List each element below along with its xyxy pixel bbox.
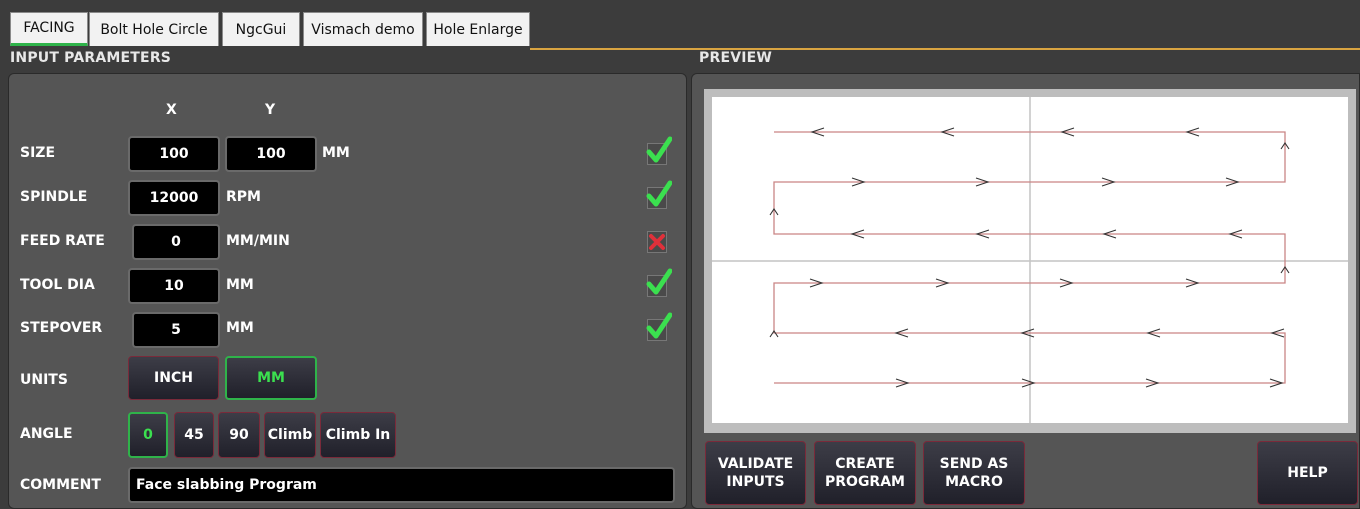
units-inch-button[interactable]: INCH [128,356,219,400]
tool-dia-label: TOOL DIA [20,277,95,293]
spindle-unit: RPM [226,189,261,205]
angle-45-button[interactable]: 45 [174,412,214,458]
size-y-input[interactable]: 100 [225,136,317,172]
stepover-unit: MM [226,320,254,336]
angle-climb-button[interactable]: Climb [264,412,316,458]
tab-vismach-demo[interactable]: Vismach demo [303,12,423,46]
tool-dia-valid-check-icon [646,268,672,297]
spindle-input[interactable]: 12000 [128,180,220,216]
angle-label: ANGLE [20,426,73,442]
create-program-button[interactable]: CREATE PROGRAM [814,441,916,505]
feed-rate-label: FEED RATE [20,233,105,249]
size-valid-check-icon [646,136,672,165]
tool-dia-input[interactable]: 10 [128,268,220,304]
spindle-label: SPINDLE [20,189,88,205]
feed-rate-unit: MM/MIN [226,233,290,249]
tab-underline [530,48,1360,50]
tab-hole-enlarge[interactable]: Hole Enlarge [426,12,530,46]
spindle-valid-check-icon [646,180,672,209]
stepover-input[interactable]: 5 [132,312,220,348]
stepover-valid-check-icon [646,312,672,341]
comment-label: COMMENT [20,477,101,493]
feed-rate-input[interactable]: 0 [132,224,220,260]
size-x-input[interactable]: 100 [128,136,220,172]
tab-ngcgui[interactable]: NgcGui [222,12,300,46]
help-button[interactable]: HELP [1257,441,1358,505]
column-x-header: X [166,102,177,118]
send-as-macro-button[interactable]: SEND AS MACRO [923,441,1025,505]
toolpath-preview [704,89,1356,433]
preview-title: PREVIEW [699,50,773,66]
size-label: SIZE [20,145,56,161]
validate-inputs-button[interactable]: VALIDATE INPUTS [705,441,806,505]
stepover-label: STEPOVER [20,320,103,336]
size-unit: MM [322,145,350,161]
tool-dia-unit: MM [226,277,254,293]
feed-rate-invalid-x-icon [647,231,667,253]
tab-facing[interactable]: FACING [10,12,88,46]
column-y-header: Y [265,102,276,118]
tab-bolt-hole-circle[interactable]: Bolt Hole Circle [89,12,219,46]
toolpath-canvas [712,97,1348,423]
angle-climb-in-button[interactable]: Climb In [320,412,396,458]
units-mm-button[interactable]: MM [225,356,317,400]
units-label: UNITS [20,372,68,388]
angle-0-button[interactable]: 0 [128,412,168,458]
input-parameters-title: INPUT PARAMETERS [10,50,172,66]
comment-input[interactable]: Face slabbing Program [128,467,675,503]
tab-bar: FACING Bolt Hole Circle NgcGui Vismach d… [0,0,1360,48]
angle-90-button[interactable]: 90 [218,412,260,458]
